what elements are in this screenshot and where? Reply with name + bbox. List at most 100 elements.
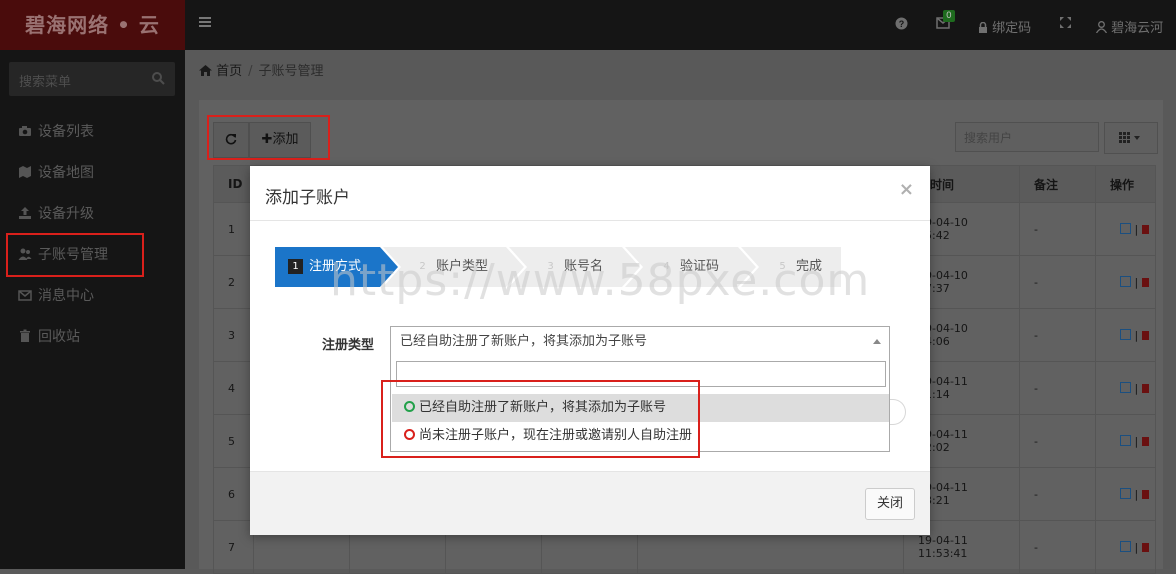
fullscreen-icon[interactable]	[1060, 17, 1071, 28]
breadcrumb-home[interactable]: 首页	[216, 64, 242, 79]
caret-up-icon[interactable]	[873, 339, 881, 344]
col-actions: 操作	[1095, 165, 1156, 203]
action-separator: |	[1134, 434, 1139, 448]
cell-actions[interactable]: |	[1095, 308, 1156, 362]
register-date: 19-04-10	[918, 269, 968, 282]
user-menu[interactable]: 碧海云河	[1096, 17, 1163, 36]
edit-icon[interactable]	[1120, 381, 1131, 393]
register-clock: 37:37	[918, 282, 950, 295]
mail-count-badge: 0	[943, 10, 955, 22]
cell-actions[interactable]: |	[1095, 520, 1156, 574]
close-icon[interactable]: ×	[899, 179, 914, 200]
cell-id: 2	[213, 255, 254, 309]
cell-note: -	[1019, 202, 1096, 256]
refresh-icon	[225, 133, 237, 145]
step-5-label: 完成	[796, 259, 823, 274]
delete-icon[interactable]	[1141, 277, 1149, 287]
action-separator: |	[1134, 540, 1139, 554]
register-type-select[interactable]: 已经自助注册了新账户，将其添加为子账号	[390, 326, 890, 357]
cell-id: 7	[213, 520, 254, 574]
brand-logo: 碧海网络 • 云	[0, 0, 185, 50]
step-1-label: 注册方式	[309, 259, 362, 274]
sidebar: 碧海网络 • 云 搜索菜单 设备列表 设备地图 设备升级 子账号管理 消息中心	[0, 0, 185, 569]
delete-icon[interactable]	[1141, 330, 1149, 340]
menu-search-input[interactable]: 搜索菜单	[9, 62, 175, 96]
breadcrumb-current: 子账号管理	[258, 64, 324, 79]
edit-icon[interactable]	[1120, 222, 1131, 234]
cell-note: -	[1019, 308, 1096, 362]
cell-actions[interactable]: |	[1095, 361, 1156, 415]
option-label: 尚未注册子账户，现在注册或邀请别人自助注册	[419, 428, 693, 443]
modal-footer: 关闭	[250, 471, 930, 535]
step-4-label: 验证码	[680, 259, 720, 274]
add-subaccount-modal: 添加子账户 × 1 注册方式 2 账户类型 3 账号名 4 验证码 5 完成 注册类型 已…	[250, 166, 930, 535]
green-circle-icon	[404, 401, 415, 412]
bind-code-label: 绑定码	[992, 21, 1032, 36]
breadcrumb: 首页 / 子账号管理	[199, 60, 324, 79]
cell-id: 6	[213, 467, 254, 521]
bind-code-link[interactable]: 绑定码	[978, 17, 1031, 36]
grid-icon	[1119, 132, 1141, 144]
edit-icon[interactable]	[1120, 328, 1131, 340]
add-button[interactable]: ✚添加	[249, 122, 311, 158]
action-separator: |	[1134, 275, 1139, 289]
register-date: 19-04-11	[918, 534, 968, 547]
home-icon[interactable]	[199, 65, 212, 76]
columns-toggle-button[interactable]	[1104, 122, 1158, 154]
sidebar-item-label: 设备升级	[38, 206, 94, 222]
cell-id: 3	[213, 308, 254, 362]
search-icon[interactable]	[151, 71, 165, 85]
delete-icon[interactable]	[1141, 224, 1149, 234]
menu-search-placeholder: 搜索菜单	[19, 75, 72, 90]
upload-icon	[18, 206, 32, 220]
delete-icon[interactable]	[1141, 436, 1149, 446]
dropdown-search-input[interactable]	[396, 361, 886, 387]
help-icon[interactable]: ?	[895, 17, 908, 30]
step-2: 2 账户类型	[415, 247, 488, 287]
register-date: 19-04-11	[918, 481, 968, 494]
delete-icon[interactable]	[1141, 489, 1149, 499]
sidebar-item-subaccounts[interactable]: 子账号管理	[0, 233, 185, 274]
option-existing-account[interactable]: 已经自助注册了新账户，将其添加为子账号	[392, 394, 889, 422]
users-icon	[18, 247, 32, 261]
step-3-number: 3	[547, 261, 554, 272]
step-3: 3 账号名	[543, 247, 603, 287]
step-5: 5 完成	[775, 247, 822, 287]
register-clock: 54:06	[918, 335, 950, 348]
cell-actions[interactable]: |	[1095, 467, 1156, 521]
option-new-account[interactable]: 尚未注册子账户，现在注册或邀请别人自助注册	[392, 422, 889, 450]
cell-actions[interactable]: |	[1095, 202, 1156, 256]
user-name: 碧海云河	[1111, 21, 1164, 36]
action-separator: |	[1134, 222, 1139, 236]
delete-icon[interactable]	[1141, 542, 1149, 552]
register-clock: 53:21	[918, 494, 950, 507]
edit-icon[interactable]	[1120, 275, 1131, 287]
sidebar-item-label: 消息中心	[38, 288, 94, 304]
delete-icon[interactable]	[1141, 383, 1149, 393]
register-date: 19-04-10	[918, 216, 968, 229]
edit-icon[interactable]	[1120, 540, 1131, 552]
register-date: 19-04-10	[918, 322, 968, 335]
col-id[interactable]: ID	[213, 165, 254, 203]
col-note: 备注	[1019, 165, 1096, 203]
cell-actions[interactable]: |	[1095, 255, 1156, 309]
modal-header: 添加子账户 ×	[250, 166, 930, 221]
sidebar-item-recycle[interactable]: 回收站	[0, 315, 185, 356]
sidebar-item-messages[interactable]: 消息中心	[0, 274, 185, 315]
cell-id: 4	[213, 361, 254, 415]
user-search-input[interactable]: 搜索用户	[955, 122, 1099, 152]
cell-note: -	[1019, 467, 1096, 521]
sidebar-item-map[interactable]: 设备地图	[0, 151, 185, 192]
refresh-button[interactable]	[213, 122, 249, 158]
trash-icon	[18, 329, 32, 343]
edit-icon[interactable]	[1120, 487, 1131, 499]
edit-icon[interactable]	[1120, 434, 1131, 446]
menu-toggle-icon[interactable]	[199, 16, 213, 30]
cell-actions[interactable]: |	[1095, 414, 1156, 468]
close-button[interactable]: 关闭	[865, 488, 915, 520]
camera-icon	[18, 124, 32, 138]
sidebar-item-upgrade[interactable]: 设备升级	[0, 192, 185, 233]
sidebar-item-devices[interactable]: 设备列表	[0, 110, 185, 151]
action-separator: |	[1134, 487, 1139, 501]
register-clock: 52:02	[918, 441, 950, 454]
